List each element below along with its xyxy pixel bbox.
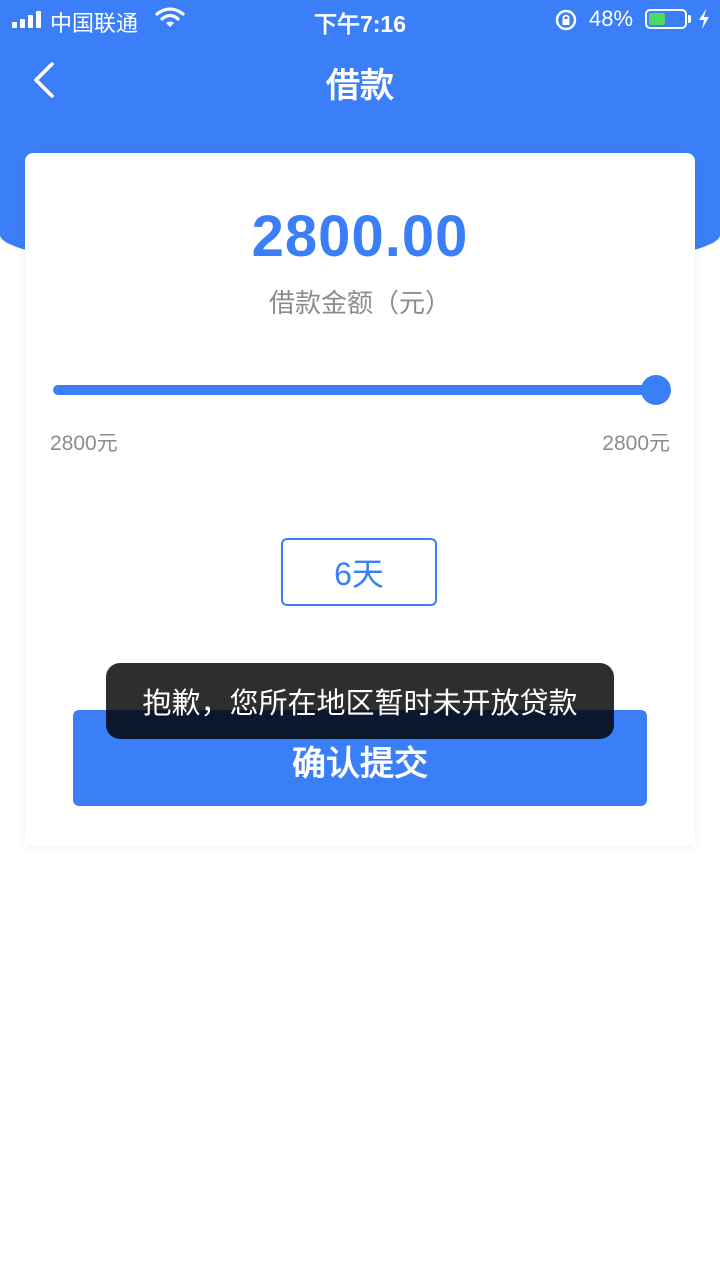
status-bar: 中国联通 下午7:16 48% bbox=[0, 0, 720, 40]
slider-max-label: 2800元 bbox=[602, 432, 670, 455]
slider-thumb[interactable] bbox=[641, 375, 671, 405]
charging-bolt-icon bbox=[697, 8, 711, 35]
loan-term-button[interactable]: 6天 bbox=[281, 538, 437, 606]
battery-percent: 48% bbox=[589, 6, 634, 31]
toast-message: 抱歉，您所在地区暂时未开放贷款 bbox=[106, 663, 614, 739]
slider-track bbox=[53, 385, 657, 395]
rotation-lock-icon bbox=[554, 8, 578, 37]
slider-min-label: 2800元 bbox=[50, 432, 118, 455]
loan-card: 2800.00 借款金额（元） 2800元 2800元 6天 确认提交 bbox=[25, 153, 695, 846]
battery-icon bbox=[645, 9, 687, 29]
loan-amount: 2800.00 bbox=[251, 204, 469, 269]
amount-slider[interactable] bbox=[53, 375, 671, 405]
loan-amount-label: 借款金额（元） bbox=[268, 288, 451, 318]
battery-tip bbox=[688, 15, 691, 23]
page-title: 借款 bbox=[326, 67, 394, 105]
